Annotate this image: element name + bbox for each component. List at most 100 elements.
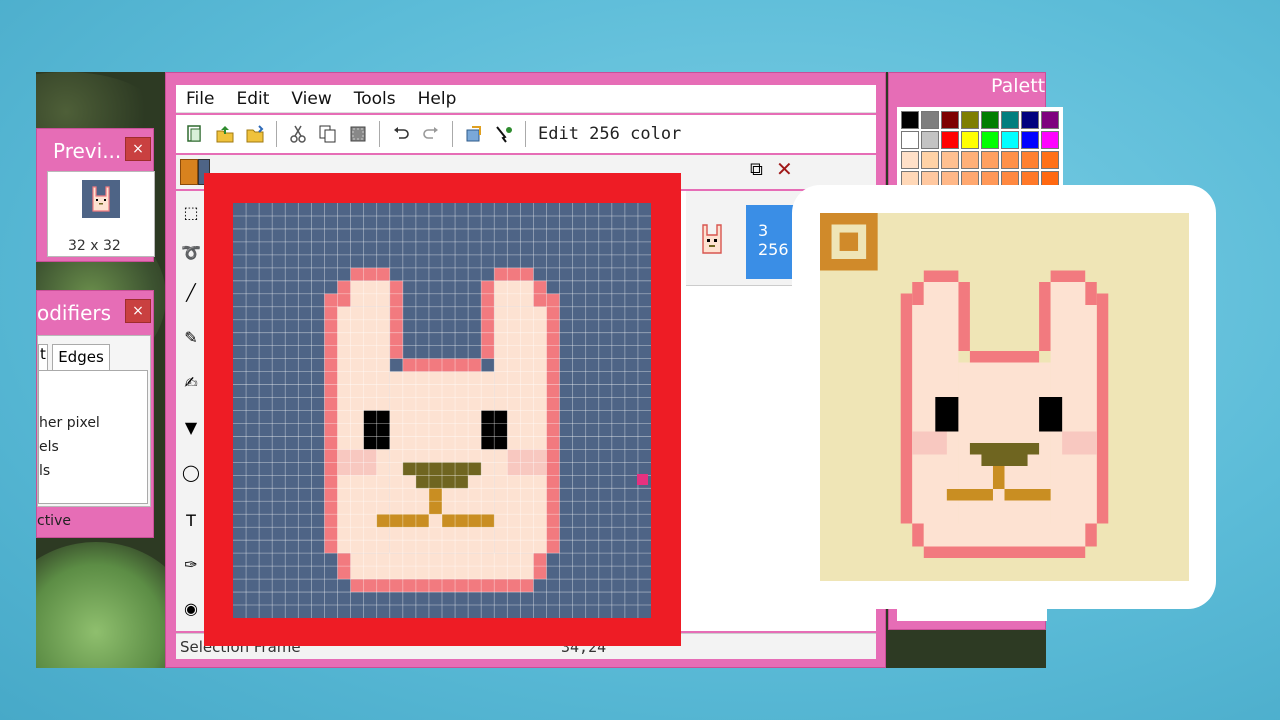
undo-icon[interactable] — [388, 121, 414, 147]
pixel-grid[interactable] — [233, 203, 651, 618]
delete-icon[interactable]: ✕ — [776, 157, 793, 181]
palette-swatch[interactable] — [1001, 151, 1019, 169]
bunny-mouth — [992, 466, 1005, 489]
menu-view[interactable]: View — [281, 89, 343, 109]
palette-swatch[interactable] — [941, 151, 959, 169]
selection-marker-center — [839, 232, 859, 251]
bunny-fill — [923, 282, 959, 305]
image-icon[interactable] — [461, 121, 487, 147]
palette-swatch[interactable] — [901, 151, 919, 169]
bunny-thumbnail-icon — [82, 180, 120, 218]
redo-icon[interactable] — [418, 121, 444, 147]
modifiers-panel-title: odifiers — [37, 301, 112, 325]
preview-image — [820, 213, 1189, 581]
menu-file[interactable]: File — [176, 89, 226, 109]
bunny-outline — [1039, 282, 1051, 351]
palette-swatch[interactable] — [961, 151, 979, 169]
brush-tool-icon[interactable]: ✍ — [179, 371, 203, 395]
palette-swatch[interactable] — [1021, 111, 1039, 129]
modifiers-panel: odifiers × t Edges her pixel els ls ctiv… — [36, 290, 154, 538]
palette-swatch[interactable] — [981, 131, 999, 149]
bunny-fill — [1050, 282, 1086, 305]
text-tool-icon[interactable]: T — [179, 509, 203, 533]
open-icon[interactable] — [212, 121, 238, 147]
bunny-nose — [981, 454, 1028, 466]
modifiers-footer: ctive — [37, 513, 71, 529]
primary-color-swatch[interactable] — [180, 159, 198, 185]
bunny-mouth — [946, 489, 993, 501]
palette-swatch[interactable] — [901, 131, 919, 149]
palette-swatch[interactable] — [921, 111, 939, 129]
palette-swatch[interactable] — [921, 131, 939, 149]
palette-swatch[interactable] — [981, 111, 999, 129]
menu-tools[interactable]: Tools — [344, 89, 408, 109]
pixel-canvas[interactable] — [233, 203, 651, 618]
pencil-tool-icon[interactable]: ✎ — [179, 326, 203, 350]
menu-edit[interactable]: Edit — [226, 89, 281, 109]
bunny-outline — [1096, 293, 1109, 524]
palette-swatch[interactable] — [961, 111, 979, 129]
duplicate-icon[interactable]: ⧉ — [750, 159, 763, 180]
fill-tool-icon[interactable]: ▼ — [179, 416, 203, 440]
palette-swatch[interactable] — [961, 131, 979, 149]
modifier-option[interactable]: her pixel — [39, 415, 100, 431]
bunny-eye — [1039, 397, 1063, 432]
ellipse-tool-icon[interactable]: ◯ — [179, 461, 203, 485]
camera-tool-icon[interactable]: ◉ — [179, 597, 203, 621]
cut-icon[interactable] — [285, 121, 311, 147]
tab-partial[interactable]: t — [38, 344, 48, 370]
palette-panel-title: Palett — [991, 75, 1046, 97]
bunny-outline — [923, 270, 959, 282]
palette-swatch[interactable] — [1001, 111, 1019, 129]
toolbar-separator — [525, 121, 526, 147]
palette-swatch[interactable] — [1021, 131, 1039, 149]
new-icon[interactable] — [182, 121, 208, 147]
bunny-frame-thumbnail[interactable] — [696, 221, 728, 261]
palette-swatch[interactable] — [1041, 151, 1059, 169]
lasso-tool-icon[interactable]: ➰ — [179, 241, 203, 265]
palette-swatch[interactable] — [921, 151, 939, 169]
modifier-option[interactable]: ls — [39, 463, 50, 479]
bunny-outline — [958, 282, 970, 351]
bunny-outline — [1085, 523, 1097, 547]
folder-icon[interactable] — [242, 121, 268, 147]
bunny-nose — [969, 443, 1040, 455]
preview-body: 32 x 32 — [47, 171, 155, 257]
modifier-option[interactable]: els — [39, 439, 59, 455]
palette-swatch[interactable] — [941, 111, 959, 129]
highlight-frame — [204, 173, 681, 646]
modifiers-body: t Edges her pixel els ls — [37, 335, 151, 507]
toolbar-separator — [276, 121, 277, 147]
picker-icon[interactable] — [491, 121, 517, 147]
paste-icon[interactable] — [345, 121, 371, 147]
palette-grid — [897, 107, 1063, 193]
eyedropper-tool-icon[interactable]: ✑ — [179, 553, 203, 577]
bunny-cheek — [912, 431, 947, 455]
menu-bar: File Edit View Tools Help — [176, 85, 876, 113]
selection-tool-icon[interactable]: ⬚ — [179, 201, 203, 225]
palette-swatch[interactable] — [1001, 131, 1019, 149]
copy-icon[interactable] — [315, 121, 341, 147]
bunny-outline — [350, 267, 390, 281]
bunny-outline — [923, 546, 1086, 558]
bunny-outline — [900, 293, 913, 524]
tab-edges[interactable]: Edges — [52, 344, 110, 370]
toolbar-separator — [379, 121, 380, 147]
line-tool-icon[interactable]: ╱ — [179, 281, 203, 305]
menu-help[interactable]: Help — [408, 89, 469, 109]
palette-swatch[interactable] — [1041, 131, 1059, 149]
canvas-edge-marker — [637, 474, 648, 485]
bunny-outline — [1050, 270, 1086, 282]
palette-swatch[interactable] — [901, 111, 919, 129]
modifiers-close-button[interactable]: × — [125, 299, 151, 323]
bunny-outline — [969, 351, 1040, 363]
preview-card — [792, 185, 1216, 609]
bunny-cheek — [1062, 431, 1097, 455]
bunny-mouth — [1004, 489, 1051, 501]
palette-swatch[interactable] — [941, 131, 959, 149]
preview-close-button[interactable]: × — [125, 137, 151, 161]
palette-swatch[interactable] — [1021, 151, 1039, 169]
main-toolbar: Edit 256 color — [176, 115, 876, 153]
palette-swatch[interactable] — [981, 151, 999, 169]
palette-swatch[interactable] — [1041, 111, 1059, 129]
